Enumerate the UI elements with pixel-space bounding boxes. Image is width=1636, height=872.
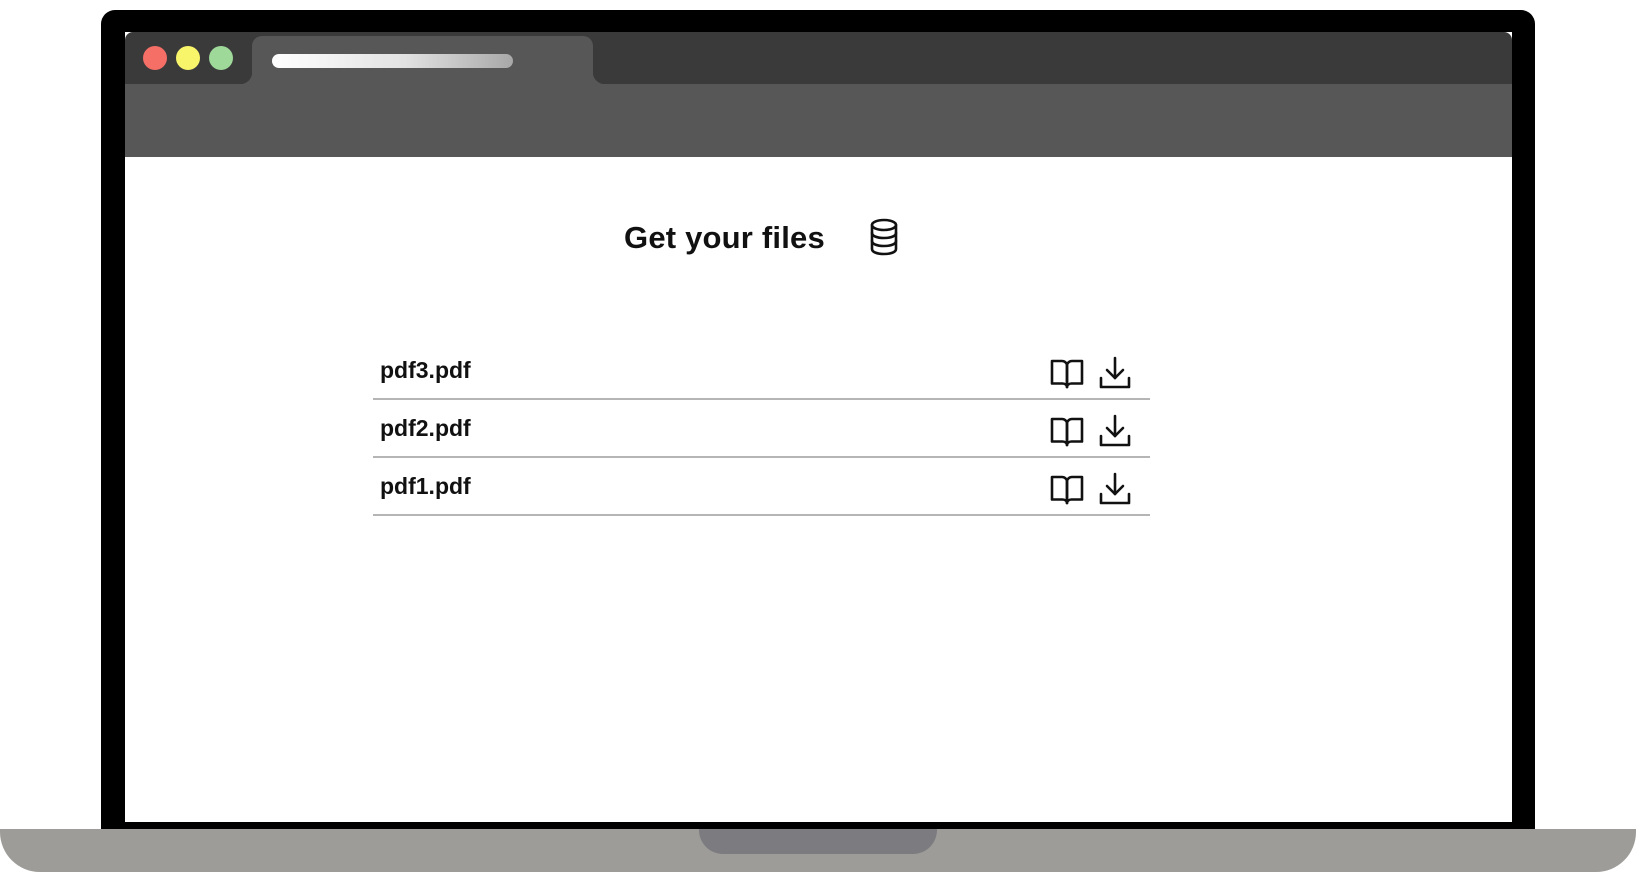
download-file-button[interactable] — [1096, 470, 1134, 508]
read-file-button[interactable] — [1048, 354, 1086, 392]
tab-title-placeholder — [272, 54, 513, 68]
window-minimize-button[interactable] — [176, 46, 200, 70]
browser-tab[interactable] — [240, 36, 605, 84]
file-row: pdf1.pdf — [373, 458, 1150, 516]
download-icon — [1099, 356, 1131, 389]
file-name: pdf3.pdf — [380, 357, 471, 383]
download-file-button[interactable] — [1096, 354, 1134, 392]
file-list: pdf3.pdf pdf2.pdf pdf1.pdf — [373, 342, 1150, 516]
read-file-button[interactable] — [1048, 470, 1086, 508]
browser-title-bar — [125, 32, 1512, 84]
download-icon — [1099, 414, 1131, 447]
file-name: pdf1.pdf — [380, 473, 471, 499]
file-row: pdf3.pdf — [373, 342, 1150, 400]
window-close-button[interactable] — [143, 46, 167, 70]
file-row: pdf2.pdf — [373, 400, 1150, 458]
window-maximize-button[interactable] — [209, 46, 233, 70]
book-open-icon — [1050, 475, 1084, 505]
book-open-icon — [1050, 417, 1084, 447]
database-icon — [870, 218, 898, 256]
page-content: Get your files pdf3.pdf pdf2.pdf pdf1.pd… — [125, 157, 1512, 822]
book-open-icon — [1050, 359, 1084, 389]
page-header: Get your files — [125, 217, 1512, 257]
file-name: pdf2.pdf — [380, 415, 471, 441]
laptop-notch — [699, 829, 937, 854]
browser-window: Get your files pdf3.pdf pdf2.pdf pdf1.pd… — [125, 32, 1512, 822]
read-file-button[interactable] — [1048, 412, 1086, 450]
download-file-button[interactable] — [1096, 412, 1134, 450]
download-icon — [1099, 472, 1131, 505]
browser-toolbar — [125, 84, 1512, 157]
page-title: Get your files — [624, 220, 825, 255]
